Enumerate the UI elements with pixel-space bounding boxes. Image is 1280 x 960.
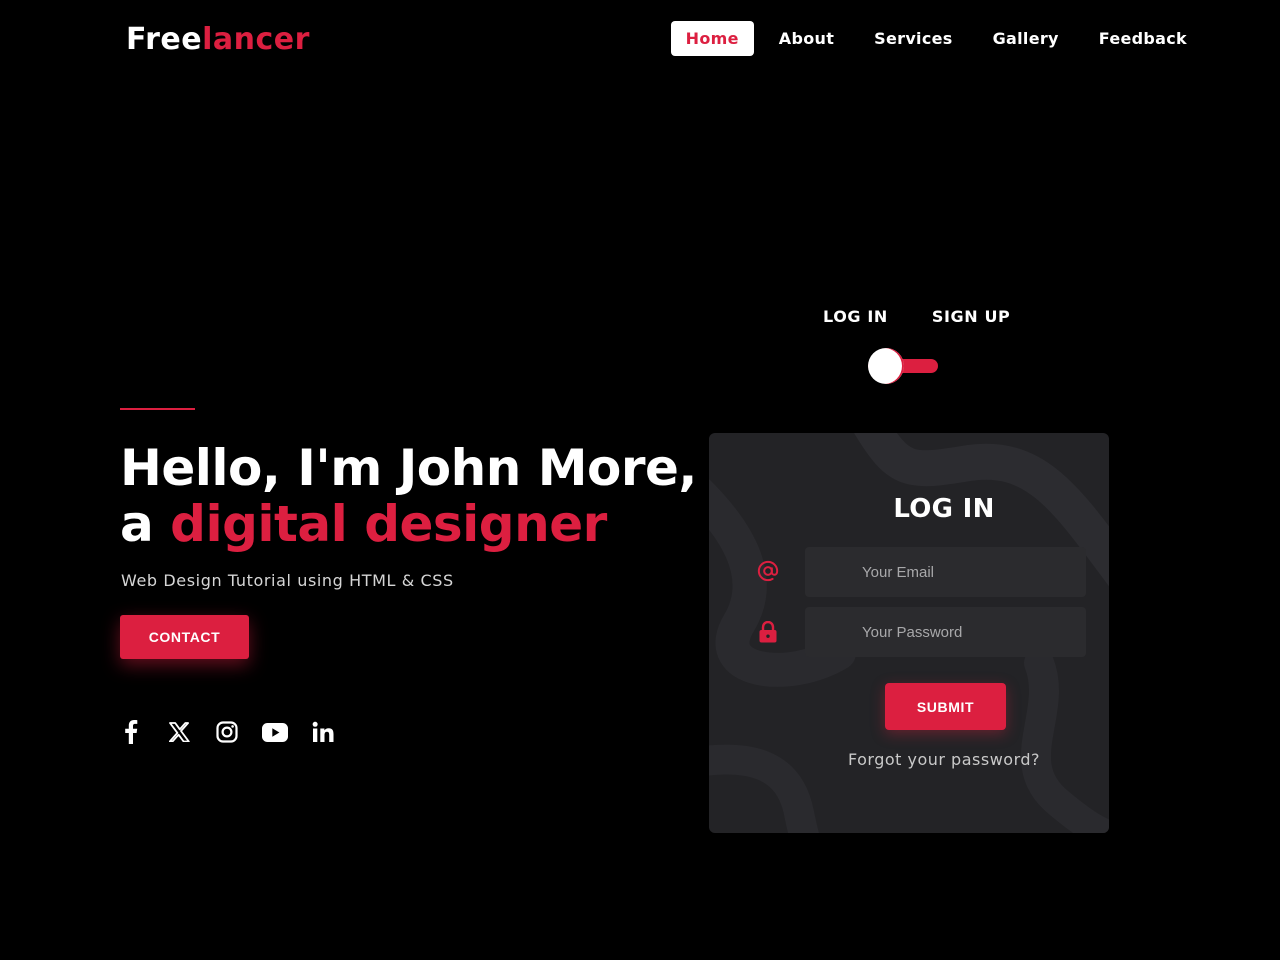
switch-login-label[interactable]: LOG IN xyxy=(823,307,888,326)
x-icon[interactable] xyxy=(165,718,193,746)
hero-title-line2-prefix: a xyxy=(120,495,171,553)
hero-title-line1: Hello, I'm John More, xyxy=(120,439,697,497)
linkedin-icon[interactable] xyxy=(309,718,337,746)
nav-about[interactable]: About xyxy=(764,21,849,56)
main-nav: Home About Services Gallery Feedback xyxy=(661,21,1202,56)
login-card-title: LOG IN xyxy=(893,494,995,524)
instagram-icon[interactable] xyxy=(213,718,241,746)
site-logo[interactable]: Freelancer xyxy=(126,20,310,60)
nav-gallery[interactable]: Gallery xyxy=(978,21,1074,56)
hero-title: Hello, I'm John More, a digital designer xyxy=(120,440,697,552)
logo-text-accent: lancer xyxy=(202,22,310,57)
social-links xyxy=(117,718,357,746)
lock-icon xyxy=(755,619,781,645)
nav-home[interactable]: Home xyxy=(670,21,754,56)
switch-signup-label[interactable]: SIGN UP xyxy=(932,307,1011,326)
email-input[interactable] xyxy=(805,547,1086,597)
hero-accent-line xyxy=(120,408,195,410)
login-card: LOG IN SUBMIT Forgot your password? xyxy=(709,433,1109,833)
auth-switch-labels: LOG IN SIGN UP xyxy=(823,307,1010,326)
logo-text-primary: Free xyxy=(126,22,203,57)
hero-subtitle: Web Design Tutorial using HTML & CSS xyxy=(121,571,454,590)
contact-button[interactable]: CONTACT xyxy=(120,615,249,659)
youtube-icon[interactable] xyxy=(261,718,289,746)
at-sign-icon xyxy=(755,558,781,584)
auth-toggle-knob[interactable] xyxy=(868,348,904,384)
facebook-icon[interactable] xyxy=(117,718,145,746)
password-input[interactable] xyxy=(805,607,1086,657)
hero-title-line2-accent: digital designer xyxy=(170,495,607,553)
forgot-password-link[interactable]: Forgot your password? xyxy=(709,750,1109,769)
nav-services[interactable]: Services xyxy=(859,21,967,56)
site-header: Freelancer Home About Services Gallery F… xyxy=(0,0,1280,78)
submit-button[interactable]: SUBMIT xyxy=(885,683,1006,730)
nav-feedback[interactable]: Feedback xyxy=(1084,21,1202,56)
